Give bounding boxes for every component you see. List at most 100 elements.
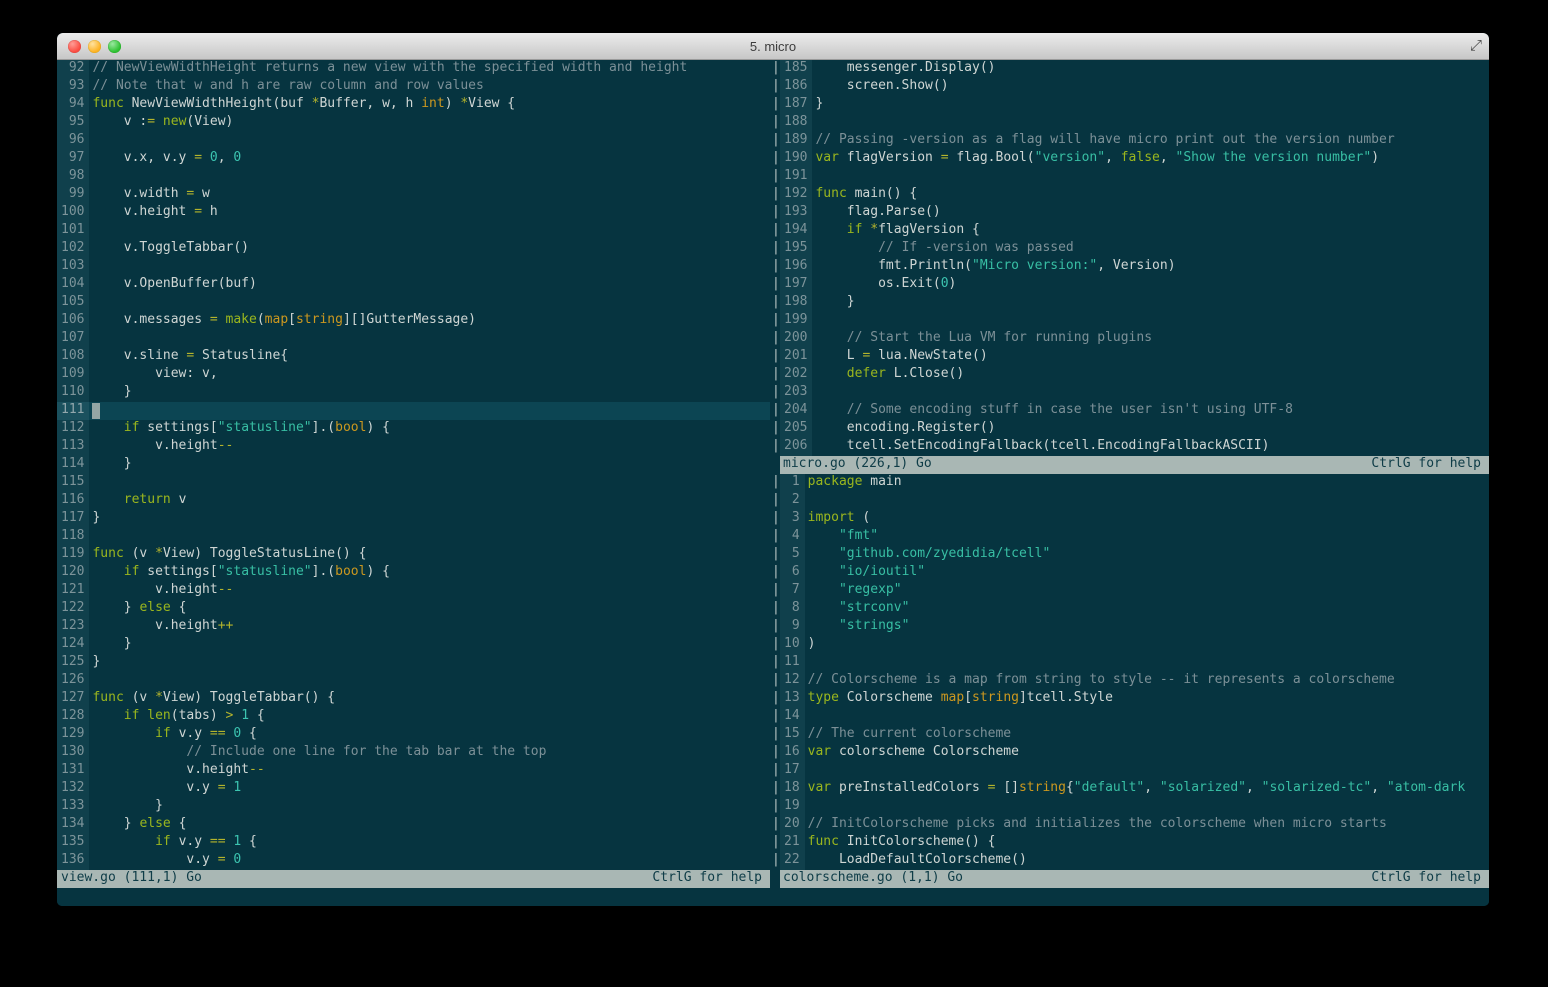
code-line[interactable]: 124 } bbox=[57, 636, 770, 654]
code-line[interactable]: 117} bbox=[57, 510, 770, 528]
code-line[interactable]: 105 bbox=[57, 294, 770, 312]
code-line[interactable]: 108 v.sline = Statusline{ bbox=[57, 348, 770, 366]
code-line[interactable]: 127 func (v *View) ToggleTabbar() { bbox=[57, 690, 770, 708]
code-line[interactable]: | 1 package main bbox=[770, 474, 1489, 492]
code-line[interactable]: | 18 var preInstalledColors = []string{"de… bbox=[770, 780, 1489, 798]
code-line[interactable]: 118 bbox=[57, 528, 770, 546]
code-line[interactable]: | 203 bbox=[770, 384, 1489, 402]
code-line[interactable]: 102 v.ToggleTabbar() bbox=[57, 240, 770, 258]
code-line[interactable]: | 5 "github.com/zyedidia/tcell" bbox=[770, 546, 1489, 564]
code-line[interactable]: 125} bbox=[57, 654, 770, 672]
code-line[interactable]: 100 v.height = h bbox=[57, 204, 770, 222]
code-line[interactable]: 95 v := new(View) bbox=[57, 114, 770, 132]
code-line[interactable]: 116 return v bbox=[57, 492, 770, 510]
code-line[interactable]: | 4 "fmt" bbox=[770, 528, 1489, 546]
code-line[interactable]: | 204 // Some encoding stuff in case the … bbox=[770, 402, 1489, 420]
code-line[interactable]: | 188 bbox=[770, 114, 1489, 132]
code-line[interactable]: | 200 // Start the Lua VM for running plu… bbox=[770, 330, 1489, 348]
code-line[interactable]: 123 v.height++ bbox=[57, 618, 770, 636]
code-line[interactable]: 93// Note that w and h are raw column an… bbox=[57, 78, 770, 96]
code-line[interactable]: 120 if settings["statusline"].(bool) { bbox=[57, 564, 770, 582]
code-line[interactable]: | 193 flag.Parse() bbox=[770, 204, 1489, 222]
fullscreen-icon[interactable]: ⤢ bbox=[1470, 36, 1482, 54]
code-line[interactable]: | 14 bbox=[770, 708, 1489, 726]
code-line[interactable]: 133 } bbox=[57, 798, 770, 816]
code-line[interactable]: 115 bbox=[57, 474, 770, 492]
code-line[interactable]: | 189// Passing -version as a flag will h… bbox=[770, 132, 1489, 150]
code-line[interactable]: | 190 var flagVersion = flag.Bool("version… bbox=[770, 150, 1489, 168]
code-line[interactable]: 104 v.OpenBuffer(buf) bbox=[57, 276, 770, 294]
command-line[interactable] bbox=[57, 888, 1489, 906]
line-number: 118 bbox=[57, 528, 90, 546]
code-line[interactable]: 101 bbox=[57, 222, 770, 240]
code-line[interactable]: 135 if v.y == 1 { bbox=[57, 834, 770, 852]
code-line[interactable]: | 201 L = lua.NewState() bbox=[770, 348, 1489, 366]
code-line[interactable]: | 9 "strings" bbox=[770, 618, 1489, 636]
code-line[interactable]: | 196 fmt.Println("Micro version:", Versi… bbox=[770, 258, 1489, 276]
code-line[interactable]: | 10) bbox=[770, 636, 1489, 654]
code-line[interactable]: 134 } else { bbox=[57, 816, 770, 834]
code-line[interactable]: 126 bbox=[57, 672, 770, 690]
code-line[interactable]: | 8 "strconv" bbox=[770, 600, 1489, 618]
code-line[interactable]: 113 v.height-- bbox=[57, 438, 770, 456]
code-line[interactable]: | 186 screen.Show() bbox=[770, 78, 1489, 96]
code-line[interactable]: | 2 bbox=[770, 492, 1489, 510]
code-line[interactable]: 107 bbox=[57, 330, 770, 348]
code-line[interactable]: | 11 bbox=[770, 654, 1489, 672]
code-line[interactable]: | 197 os.Exit(0) bbox=[770, 276, 1489, 294]
code-line[interactable]: | 202 defer L.Close() bbox=[770, 366, 1489, 384]
close-button[interactable] bbox=[68, 39, 81, 53]
titlebar[interactable]: 5. micro ⤢ bbox=[57, 33, 1489, 60]
code-line[interactable]: 131 v.height-- bbox=[57, 762, 770, 780]
code-line[interactable]: 106 v.messages = make(map[string][]Gutte… bbox=[57, 312, 770, 330]
pane-colorscheme-go[interactable]: | 1 package main | 2 | 3 import (| 4 "fmt" | 5 "gi… bbox=[770, 474, 1489, 888]
code-line[interactable]: | 191 bbox=[770, 168, 1489, 186]
code-line[interactable]: 119 func (v *View) ToggleStatusLine() { bbox=[57, 546, 770, 564]
code-line[interactable]: 122 } else { bbox=[57, 600, 770, 618]
code-line[interactable]: | 206 tcell.SetEncodingFallback(tcell.Enc… bbox=[770, 438, 1489, 456]
code-line[interactable]: 103 bbox=[57, 258, 770, 276]
code-line[interactable]: | 16 var colorscheme Colorscheme bbox=[770, 744, 1489, 762]
code-line[interactable]: 121 v.height-- bbox=[57, 582, 770, 600]
code-line[interactable]: 111 bbox=[57, 402, 770, 420]
code-line[interactable]: | 194 if *flagVersion { bbox=[770, 222, 1489, 240]
code-line[interactable]: 136 v.y = 0 bbox=[57, 852, 770, 870]
minimize-button[interactable] bbox=[88, 39, 101, 53]
code-line[interactable]: 114 } bbox=[57, 456, 770, 474]
code-line[interactable]: 109 view: v, bbox=[57, 366, 770, 384]
code-line[interactable]: 130 // Include one line for the tab bar … bbox=[57, 744, 770, 762]
code-line[interactable]: | 6 "io/ioutil" bbox=[770, 564, 1489, 582]
code-line[interactable]: | 198 } bbox=[770, 294, 1489, 312]
code-line[interactable]: 96 bbox=[57, 132, 770, 150]
code-line[interactable]: | 17 bbox=[770, 762, 1489, 780]
pane-view-go[interactable]: 92// NewViewWidthHeight returns a new vi… bbox=[57, 60, 770, 888]
code-line[interactable]: | 187} bbox=[770, 96, 1489, 114]
code-line[interactable]: 129 if v.y == 0 { bbox=[57, 726, 770, 744]
code-line[interactable]: | 192 func main() { bbox=[770, 186, 1489, 204]
code-line[interactable]: | 12// Colorscheme is a map from string t… bbox=[770, 672, 1489, 690]
code-line[interactable]: | 7 "regexp" bbox=[770, 582, 1489, 600]
code-line[interactable]: 94 func NewViewWidthHeight(buf *Buffer, w… bbox=[57, 96, 770, 114]
code-line[interactable]: | 195 // If -version was passed bbox=[770, 240, 1489, 258]
code-line[interactable]: | 3 import ( bbox=[770, 510, 1489, 528]
code-line[interactable]: | 185 messenger.Display() bbox=[770, 60, 1489, 78]
pane-micro-go[interactable]: | 185 messenger.Display() | 186 screen.Show… bbox=[770, 60, 1489, 474]
zoom-button[interactable] bbox=[108, 39, 121, 53]
code-line[interactable]: 97 v.x, v.y = 0, 0 bbox=[57, 150, 770, 168]
code-line[interactable]: 92// NewViewWidthHeight returns a new vi… bbox=[57, 60, 770, 78]
code-line[interactable]: | 19 bbox=[770, 798, 1489, 816]
code-line[interactable]: | 13 type Colorscheme map[string]tcell.Sty… bbox=[770, 690, 1489, 708]
code-line[interactable]: 99 v.width = w bbox=[57, 186, 770, 204]
code-line[interactable]: 98 bbox=[57, 168, 770, 186]
code-line[interactable]: | 199 bbox=[770, 312, 1489, 330]
code-line[interactable]: | 21 func InitColorscheme() { bbox=[770, 834, 1489, 852]
code-line[interactable]: 128 if len(tabs) > 1 { bbox=[57, 708, 770, 726]
code-line[interactable]: 110 } bbox=[57, 384, 770, 402]
code-line[interactable]: | 22 LoadDefaultColorscheme() bbox=[770, 852, 1489, 870]
code-line[interactable]: | 205 encoding.Register() bbox=[770, 420, 1489, 438]
code-line[interactable]: | 15// The current colorscheme bbox=[770, 726, 1489, 744]
code-line[interactable]: 112 if settings["statusline"].(bool) { bbox=[57, 420, 770, 438]
code-line[interactable]: | 20// InitColorscheme picks and initiali… bbox=[770, 816, 1489, 834]
code-line[interactable]: 132 v.y = 1 bbox=[57, 780, 770, 798]
